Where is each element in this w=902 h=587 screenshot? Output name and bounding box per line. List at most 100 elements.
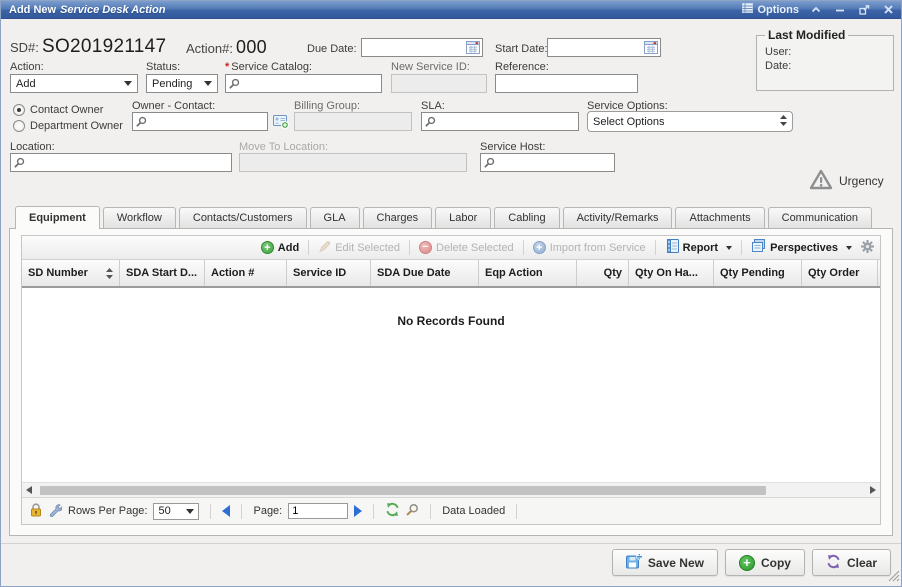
move-to-location-input: [243, 155, 464, 170]
required-mark: *: [225, 61, 229, 73]
contact-add-icon[interactable]: [273, 114, 289, 132]
last-modified-panel: Last Modified User: Date:: [756, 28, 894, 91]
wrench-icon[interactable]: [48, 503, 62, 520]
search-icon: [425, 116, 436, 127]
save-new-button[interactable]: Save New: [612, 549, 718, 576]
urgency-indicator[interactable]: Urgency: [809, 169, 884, 193]
calendar-icon[interactable]: [644, 41, 658, 54]
column-header-sda-due-date[interactable]: SDA Due Date: [371, 260, 479, 286]
footer-divider: [1, 543, 901, 544]
billing-group-field: [294, 112, 412, 131]
close-button[interactable]: [881, 4, 895, 16]
column-header-action[interactable]: Action #: [205, 260, 287, 286]
owner-contact-input[interactable]: [150, 114, 265, 129]
tab-attachments[interactable]: Attachments: [675, 207, 764, 228]
tab-cabling[interactable]: Cabling: [494, 207, 559, 228]
tab-workflow[interactable]: Workflow: [103, 207, 176, 228]
service-host-field: [480, 153, 615, 172]
sla-label: SLA:: [421, 100, 445, 112]
contact-owner-radio[interactable]: Contact Owner: [13, 104, 103, 116]
sla-field: [421, 112, 579, 131]
import-from-service-button[interactable]: + Import from Service: [533, 241, 646, 254]
due-date-label: Due Date:: [307, 43, 357, 55]
scroll-left-icon[interactable]: [26, 486, 32, 494]
calendar-icon[interactable]: [466, 41, 480, 54]
options-label: Options: [757, 4, 799, 16]
page-label: Page:: [253, 505, 282, 517]
column-header-qty[interactable]: Qty: [577, 260, 629, 286]
refresh-icon[interactable]: [385, 502, 400, 520]
perspectives-icon: [751, 239, 766, 256]
action-number: Action#: 000: [186, 37, 267, 58]
tab-charges[interactable]: Charges: [363, 207, 433, 228]
location-input[interactable]: [28, 155, 229, 170]
sd-number-label: SD#:: [10, 40, 39, 55]
grid-settings-button[interactable]: [861, 240, 874, 256]
chevron-down-icon: [124, 81, 132, 86]
clear-button[interactable]: Clear: [812, 549, 891, 576]
urgency-label: Urgency: [839, 174, 884, 188]
reference-field: [495, 74, 638, 93]
column-header-sd-number[interactable]: SD Number: [22, 260, 120, 286]
scrollbar-thumb[interactable]: [40, 486, 766, 495]
chevron-down-icon: [726, 246, 732, 250]
owner-contact-field: [132, 112, 268, 131]
start-date-input[interactable]: [551, 40, 642, 55]
column-header-qty-on-ha[interactable]: Qty On Ha...: [629, 260, 714, 286]
add-button[interactable]: + Add: [261, 241, 299, 254]
radio-icon: [13, 120, 25, 132]
magnify-icon[interactable]: [406, 503, 419, 519]
search-icon: [484, 157, 495, 168]
sort-icon[interactable]: [100, 268, 113, 279]
next-page-icon[interactable]: [354, 505, 362, 517]
pager-status: Data Loaded: [442, 505, 505, 517]
resize-grip-icon[interactable]: [887, 569, 900, 587]
horizontal-scrollbar: [22, 482, 880, 497]
rows-per-page-select[interactable]: 50: [153, 503, 199, 520]
search-icon: [229, 78, 240, 89]
column-header-qty-order[interactable]: Qty Order: [802, 260, 878, 286]
reference-input[interactable]: [499, 76, 635, 91]
action-number-value: 000: [236, 37, 267, 57]
status-select[interactable]: Pending: [146, 74, 218, 93]
action-select[interactable]: Add: [10, 74, 138, 93]
grid-body: No Records Found: [22, 288, 880, 482]
add-icon: +: [261, 241, 274, 254]
department-owner-radio[interactable]: Department Owner: [13, 120, 123, 132]
report-button[interactable]: Report: [665, 239, 732, 256]
column-header-service-id[interactable]: Service ID: [287, 260, 371, 286]
start-date-field: [547, 38, 661, 57]
tab-equipment[interactable]: Equipment: [15, 206, 100, 229]
due-date-input[interactable]: [365, 40, 464, 55]
column-header-qty-pending[interactable]: Qty Pending: [714, 260, 802, 286]
tab-contacts-customers[interactable]: Contacts/Customers: [179, 207, 307, 228]
sla-input[interactable]: [439, 114, 576, 129]
column-header-eqp-action[interactable]: Eqp Action: [479, 260, 577, 286]
column-header-sda-start-d[interactable]: SDA Start D...: [120, 260, 205, 286]
minimize-button[interactable]: [833, 4, 847, 16]
service-options-select[interactable]: Select Options: [587, 111, 793, 132]
tab-gla[interactable]: GLA: [310, 207, 360, 228]
new-service-id-input: [395, 76, 484, 91]
delete-selected-button[interactable]: − Delete Selected: [419, 241, 514, 254]
service-catalog-input[interactable]: [243, 76, 379, 91]
scroll-right-icon[interactable]: [870, 486, 876, 494]
move-to-location-field: [239, 153, 467, 172]
collapse-button[interactable]: [809, 4, 823, 16]
department-owner-label: Department Owner: [30, 120, 123, 132]
options-icon: [742, 3, 753, 16]
copy-button[interactable]: + Copy: [725, 549, 805, 576]
popout-button[interactable]: [857, 4, 871, 16]
tab-communication[interactable]: Communication: [768, 207, 872, 228]
lock-icon[interactable]: [30, 503, 42, 520]
prev-page-icon[interactable]: [222, 505, 230, 517]
tab-activity-remarks[interactable]: Activity/Remarks: [563, 207, 673, 228]
tab-labor[interactable]: Labor: [435, 207, 491, 228]
perspectives-button[interactable]: Perspectives: [751, 239, 852, 256]
service-host-input[interactable]: [498, 155, 612, 170]
delete-icon: −: [419, 241, 432, 254]
page-input[interactable]: [288, 503, 348, 519]
edit-selected-button[interactable]: Edit Selected: [318, 240, 400, 256]
options-button[interactable]: Options: [742, 3, 799, 16]
grid-header: SD NumberSDA Start D...Action #Service I…: [22, 260, 880, 288]
